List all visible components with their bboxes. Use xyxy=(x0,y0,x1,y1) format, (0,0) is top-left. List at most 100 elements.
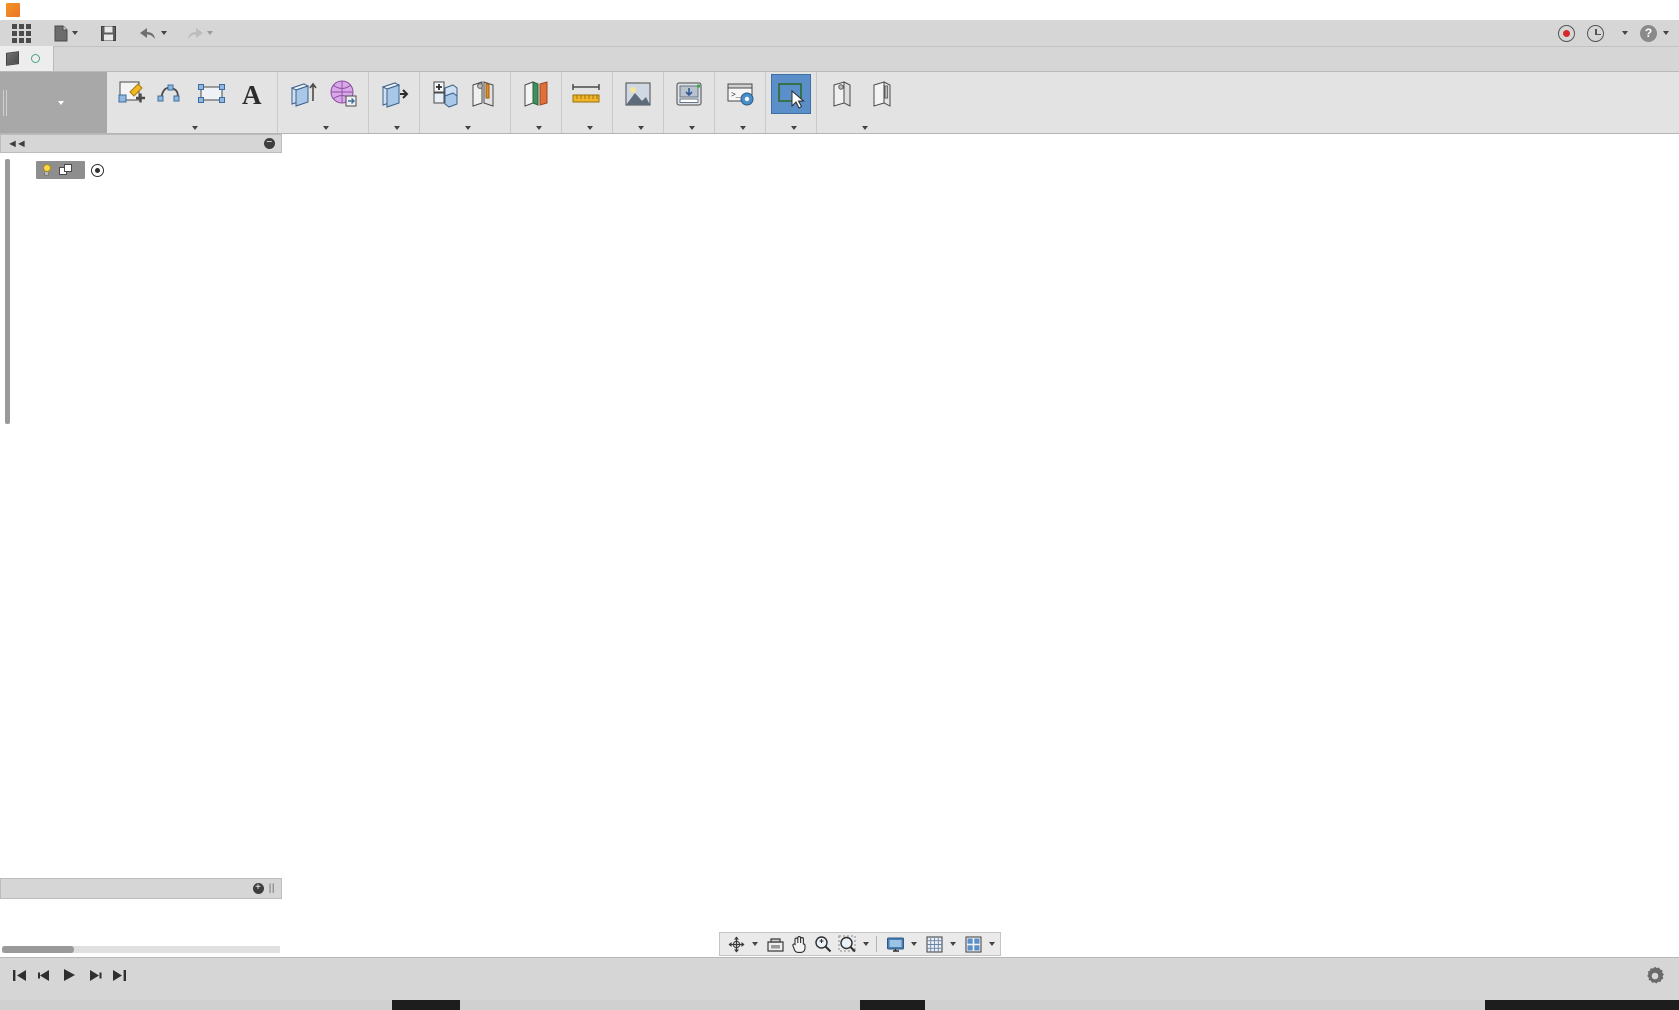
comments-panel-header[interactable]: + || xyxy=(0,878,282,899)
save-button[interactable] xyxy=(96,21,121,45)
quick-access-right: ? xyxy=(1558,20,1679,47)
select-window-icon[interactable] xyxy=(772,75,810,113)
insert-image-icon[interactable] xyxy=(619,75,657,113)
chevron-down-icon xyxy=(587,126,593,130)
ribbon-group-label[interactable] xyxy=(581,126,593,131)
ribbon-group-label[interactable] xyxy=(734,126,746,131)
chevron-down-icon[interactable] xyxy=(950,942,956,946)
orbit-icon[interactable] xyxy=(725,934,747,954)
chevron-down-icon xyxy=(72,31,78,35)
scripts-addins-icon[interactable]: >_ xyxy=(721,75,759,113)
chevron-down-icon xyxy=(323,126,329,130)
ribbon-group-label[interactable] xyxy=(856,126,868,131)
timeline-segment xyxy=(0,1000,392,1010)
ribbon-group-label[interactable] xyxy=(186,126,198,131)
view-cube[interactable] xyxy=(1494,144,1624,264)
y-axis-line xyxy=(430,428,1057,696)
create-form-icon[interactable] xyxy=(324,75,362,113)
ribbon-group-label[interactable] xyxy=(632,126,644,131)
ribbon-group-label[interactable] xyxy=(388,126,400,131)
ribbon-group-label[interactable] xyxy=(530,126,542,131)
play-icon[interactable] xyxy=(60,966,78,984)
timeline-playback-controls xyxy=(0,958,138,984)
chevron-down-icon xyxy=(161,31,167,35)
pan-icon[interactable] xyxy=(788,934,810,954)
ribbon-grip xyxy=(0,72,7,133)
app-grid-button[interactable] xyxy=(8,21,35,45)
new-document-button[interactable] xyxy=(49,21,82,45)
tree-scrollbar[interactable] xyxy=(5,159,10,424)
undo-icon xyxy=(139,26,158,41)
chevron-down-icon xyxy=(58,101,64,105)
extrude-icon[interactable] xyxy=(284,75,322,113)
ribbon-group-label[interactable] xyxy=(459,126,471,131)
chevron-down-icon[interactable] xyxy=(863,942,869,946)
chevron-down-icon[interactable] xyxy=(911,942,917,946)
close-button[interactable] xyxy=(1646,0,1679,20)
grid-snaps-icon[interactable] xyxy=(923,934,945,954)
press-pull-icon[interactable] xyxy=(375,75,413,113)
chevron-down-icon xyxy=(638,126,644,130)
display-settings-icon[interactable] xyxy=(884,934,906,954)
tree-row-root[interactable] xyxy=(0,159,282,181)
rectangle-icon[interactable] xyxy=(193,75,231,113)
new-document-icon xyxy=(53,25,69,42)
timeline-settings-icon[interactable] xyxy=(1639,958,1679,986)
position-alt-icon[interactable] xyxy=(863,75,901,113)
unsaved-indicator-icon xyxy=(31,54,40,63)
create-sketch-icon[interactable] xyxy=(113,75,151,113)
ribbon-group-label[interactable] xyxy=(317,126,329,131)
minimize-panel-icon[interactable]: − xyxy=(264,138,275,149)
chevron-down-icon[interactable] xyxy=(989,942,995,946)
measure-icon[interactable] xyxy=(568,75,606,113)
maximize-button[interactable] xyxy=(1613,0,1646,20)
recent-clock-icon[interactable] xyxy=(1587,25,1604,42)
timeline-progress-track[interactable] xyxy=(0,1000,1679,1010)
workspace-switcher[interactable] xyxy=(7,72,107,133)
radio-active-icon[interactable] xyxy=(91,164,104,177)
position-icon[interactable] xyxy=(823,75,861,113)
text-icon[interactable]: A xyxy=(233,75,271,113)
timeline-segment xyxy=(925,1000,1485,1010)
chevron-down-icon[interactable] xyxy=(752,942,758,946)
lightbulb-on-icon[interactable] xyxy=(40,164,53,177)
svg-text:>_: >_ xyxy=(731,91,741,100)
panel-resize-grip[interactable]: || xyxy=(269,883,275,894)
add-comment-icon[interactable]: + xyxy=(253,883,264,894)
browser-tree[interactable] xyxy=(0,153,282,181)
help-menu[interactable]: ? xyxy=(1640,25,1669,42)
collapse-left-icon[interactable]: ◄◄ xyxy=(7,138,25,150)
record-icon[interactable] xyxy=(1558,25,1575,42)
browser-horizontal-scrollbar[interactable] xyxy=(2,946,280,953)
redo-button[interactable] xyxy=(181,21,217,45)
skip-start-icon[interactable] xyxy=(10,966,28,984)
timeline-features[interactable] xyxy=(138,958,1639,964)
skip-end-icon[interactable] xyxy=(110,966,128,984)
viewports-icon[interactable] xyxy=(962,934,984,954)
ribbon-group-label[interactable] xyxy=(683,126,695,131)
user-menu[interactable] xyxy=(1616,31,1628,35)
svg-text:A: A xyxy=(242,80,262,109)
look-at-icon[interactable] xyxy=(764,934,786,954)
spline-icon[interactable] xyxy=(153,75,191,113)
ribbon-group-inspect xyxy=(562,72,613,133)
3d-print-icon[interactable] xyxy=(670,75,708,113)
zoom-window-icon[interactable] xyxy=(836,934,858,954)
document-tab[interactable] xyxy=(0,46,54,71)
fusion-logo-icon xyxy=(6,3,20,17)
undo-button[interactable] xyxy=(135,21,171,45)
browser-panel: ◄◄ − + || xyxy=(0,134,282,924)
chevron-down-icon xyxy=(689,126,695,130)
joint-icon[interactable] xyxy=(466,75,504,113)
browser-header: ◄◄ − xyxy=(0,134,282,153)
step-forward-icon[interactable] xyxy=(85,966,103,984)
ribbon-group-label[interactable] xyxy=(785,126,797,131)
window-controls xyxy=(1580,0,1679,20)
zoom-icon[interactable] xyxy=(812,934,834,954)
new-component-icon[interactable] xyxy=(426,75,464,113)
step-back-icon[interactable] xyxy=(35,966,53,984)
timeline-segment xyxy=(460,1000,860,1010)
offset-plane-icon[interactable] xyxy=(517,75,555,113)
component-icon xyxy=(59,164,73,176)
minimize-button[interactable] xyxy=(1580,0,1613,20)
